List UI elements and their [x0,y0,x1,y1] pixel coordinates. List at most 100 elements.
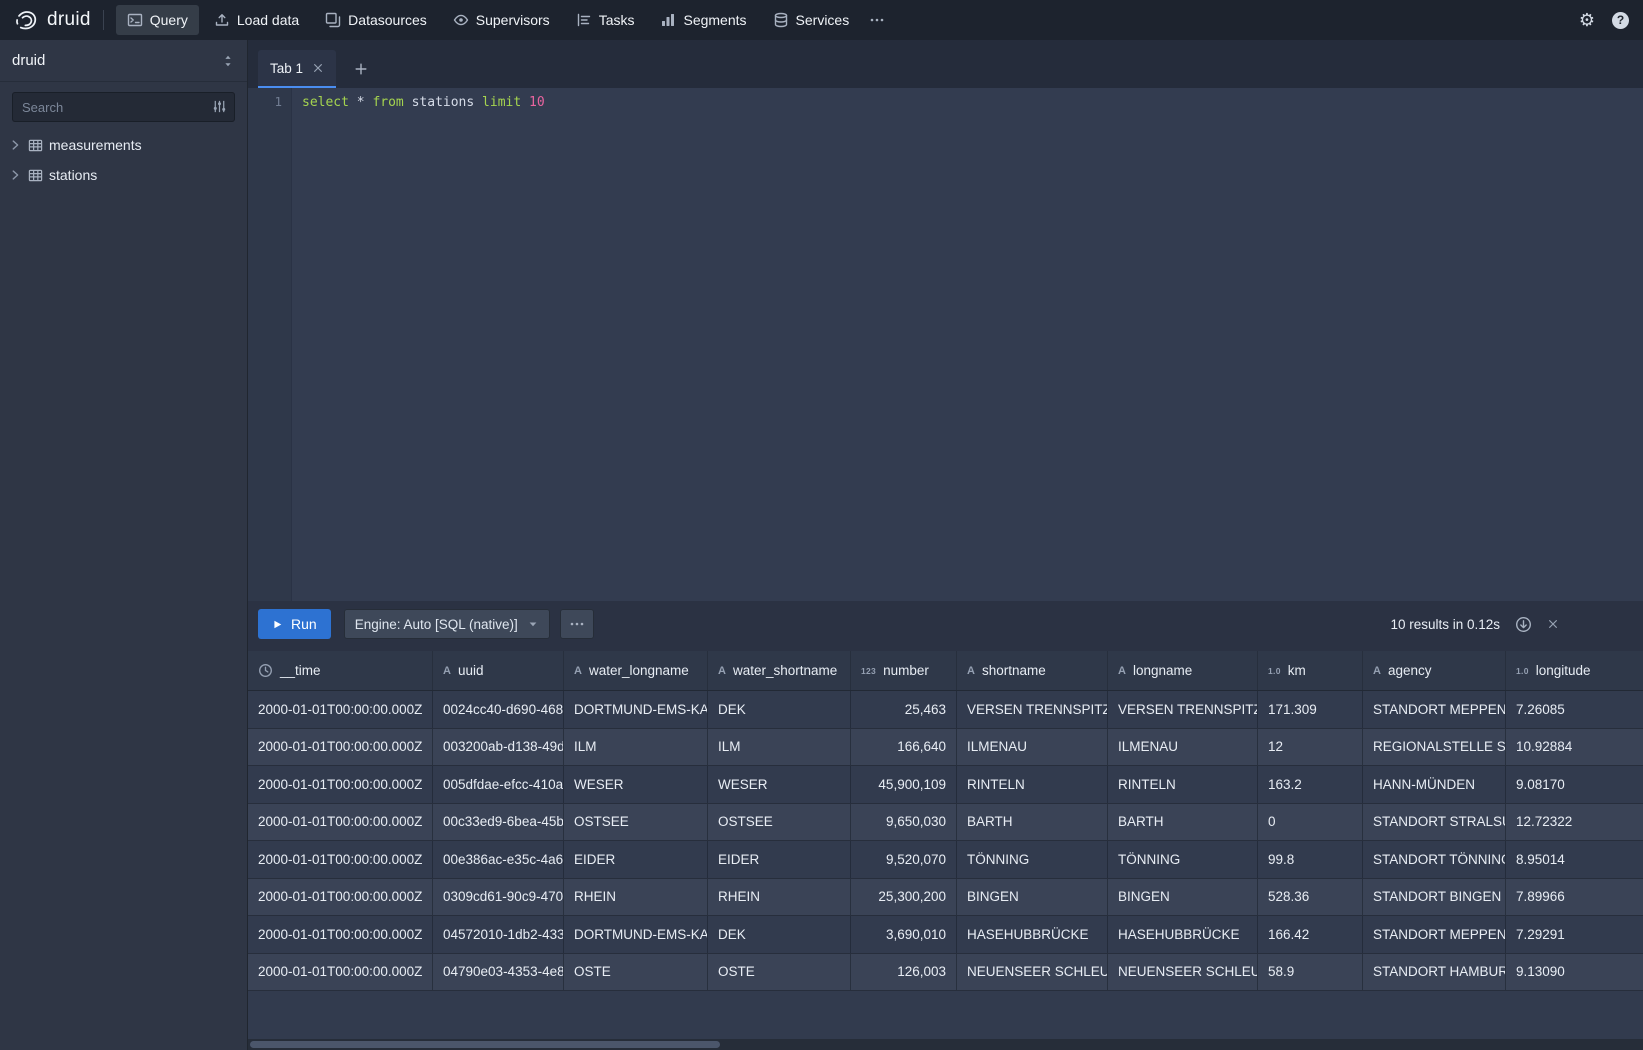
column-header-uuid[interactable]: Auuid [433,651,564,690]
cell-__time[interactable]: 2000-01-01T00:00:00.000Z [248,879,433,916]
cell-longitude[interactable]: 9.08170 [1506,766,1643,803]
settings-icon[interactable]: ⚙ [1579,11,1595,29]
cell-agency[interactable]: HANN-MÜNDEN [1363,766,1506,803]
cell-shortname[interactable]: TÖNNING [957,841,1108,878]
cell-shortname[interactable]: BINGEN [957,879,1108,916]
cell-km[interactable]: 163.2 [1258,766,1363,803]
cell-__time[interactable]: 2000-01-01T00:00:00.000Z [248,766,433,803]
query-editor[interactable]: 1 select * from stations limit 10 [248,88,1643,601]
cell-__time[interactable]: 2000-01-01T00:00:00.000Z [248,841,433,878]
cell-water_longname[interactable]: DORTMUND-EMS-KANAL [564,691,708,728]
cell-water_shortname[interactable]: WESER [708,766,851,803]
column-header-km[interactable]: 1.0km [1258,651,1363,690]
cell-km[interactable]: 58.9 [1258,954,1363,991]
close-icon[interactable] [312,62,324,74]
cell-uuid[interactable]: 04790e03-4353-4e80-be [433,954,564,991]
engine-select[interactable]: Engine: Auto [SQL (native)] [344,609,550,639]
cell-number[interactable]: 25,300,200 [851,879,957,916]
column-header-__time[interactable]: __time [248,651,433,690]
cell-longitude[interactable]: 9.13090 [1506,954,1643,991]
chevron-right-icon[interactable] [8,138,22,152]
cell-longitude[interactable]: 12.72322 [1506,804,1643,841]
query-more-button[interactable] [560,609,594,639]
cell-shortname[interactable]: BARTH [957,804,1108,841]
run-button[interactable]: Run [258,609,331,639]
column-header-longitude[interactable]: 1.0longitude [1506,651,1643,690]
cell-water_longname[interactable]: WESER [564,766,708,803]
cell-water_longname[interactable]: OSTE [564,954,708,991]
cell-water_longname[interactable]: RHEIN [564,879,708,916]
cell-water_longname[interactable]: OSTSEE [564,804,708,841]
nav-query[interactable]: Query [116,5,199,35]
cell-longname[interactable]: BARTH [1108,804,1258,841]
chevron-right-icon[interactable] [8,168,22,182]
close-icon[interactable] [1547,618,1559,630]
cell-number[interactable]: 45,900,109 [851,766,957,803]
cell-__time[interactable]: 2000-01-01T00:00:00.000Z [248,729,433,766]
cell-shortname[interactable]: NEUENSEER SCHLEUSEN [957,954,1108,991]
cell-longname[interactable]: BINGEN [1108,879,1258,916]
tab-tab-1[interactable]: Tab 1 [258,50,336,88]
cell-longname[interactable]: ILMENAU [1108,729,1258,766]
cell-number[interactable]: 9,520,070 [851,841,957,878]
cell-uuid[interactable]: 00c33ed9-6bea-45b4-87 [433,804,564,841]
cell-number[interactable]: 25,463 [851,691,957,728]
cell-shortname[interactable]: VERSEN TRENNSPITZE [957,691,1108,728]
cell-number[interactable]: 3,690,010 [851,916,957,953]
sidebar-item-measurements[interactable]: measurements [0,130,247,160]
cell-longname[interactable]: NEUENSEER SCHLEUSEN [1108,954,1258,991]
column-header-water_longname[interactable]: Awater_longname [564,651,708,690]
cell-water_shortname[interactable]: RHEIN [708,879,851,916]
cell-uuid[interactable]: 003200ab-d138-49d9-aa [433,729,564,766]
cell-km[interactable]: 166.42 [1258,916,1363,953]
nav-tasks[interactable]: Tasks [565,5,646,35]
cell-__time[interactable]: 2000-01-01T00:00:00.000Z [248,691,433,728]
scrollbar-thumb[interactable] [250,1041,720,1048]
cell-uuid[interactable]: 00e386ac-e35c-4a6e-80 [433,841,564,878]
column-header-water_shortname[interactable]: Awater_shortname [708,651,851,690]
cell-water_shortname[interactable]: DEK [708,916,851,953]
nav-load-data[interactable]: Load data [203,5,310,35]
nav-supervisors[interactable]: Supervisors [442,5,561,35]
cell-uuid[interactable]: 0309cd61-90c9-470e-99 [433,879,564,916]
plus-icon[interactable] [344,50,378,88]
cell-shortname[interactable]: ILMENAU [957,729,1108,766]
cell-longitude[interactable]: 8.95014 [1506,841,1643,878]
cell-water_shortname[interactable]: EIDER [708,841,851,878]
cell-shortname[interactable]: HASEHUBBRÜCKE [957,916,1108,953]
cell-agency[interactable]: STANDORT TÖNNING [1363,841,1506,878]
download-icon[interactable] [1515,616,1532,633]
cell-shortname[interactable]: RINTELN [957,766,1108,803]
cell-water_shortname[interactable]: OSTE [708,954,851,991]
cell-longitude[interactable]: 7.29291 [1506,916,1643,953]
nav-segments[interactable]: Segments [649,5,757,35]
sidebar-item-stations[interactable]: stations [0,160,247,190]
cell-agency[interactable]: STANDORT MEPPEN [1363,916,1506,953]
cell-number[interactable]: 126,003 [851,954,957,991]
cell-uuid[interactable]: 0024cc40-d690-468d-84 [433,691,564,728]
ellipsis-icon[interactable] [860,5,894,35]
brand[interactable]: druid [14,8,91,33]
cell-number[interactable]: 9,650,030 [851,804,957,841]
column-header-number[interactable]: 123number [851,651,957,690]
cell-__time[interactable]: 2000-01-01T00:00:00.000Z [248,804,433,841]
cell-uuid[interactable]: 04572010-1db2-4338-85 [433,916,564,953]
cell-water_longname[interactable]: EIDER [564,841,708,878]
query-code-line[interactable]: select * from stations limit 10 [292,88,545,601]
cell-longname[interactable]: VERSEN TRENNSPITZE [1108,691,1258,728]
search-input[interactable] [12,92,235,122]
cell-agency[interactable]: STANDORT STRALSUND [1363,804,1506,841]
column-header-agency[interactable]: Aagency [1363,651,1506,690]
cell-__time[interactable]: 2000-01-01T00:00:00.000Z [248,954,433,991]
nav-datasources[interactable]: Datasources [314,5,438,35]
cell-longitude[interactable]: 7.26085 [1506,691,1643,728]
cell-agency[interactable]: STANDORT BINGEN [1363,879,1506,916]
horizontal-scrollbar[interactable] [248,1039,1643,1050]
double-caret-vertical-icon[interactable] [221,54,235,68]
cell-longname[interactable]: TÖNNING [1108,841,1258,878]
cell-agency[interactable]: REGIONALSTELLE SUHL [1363,729,1506,766]
cell-number[interactable]: 166,640 [851,729,957,766]
cell-agency[interactable]: STANDORT MEPPEN [1363,691,1506,728]
cell-__time[interactable]: 2000-01-01T00:00:00.000Z [248,916,433,953]
help-icon[interactable]: ? [1612,12,1629,29]
